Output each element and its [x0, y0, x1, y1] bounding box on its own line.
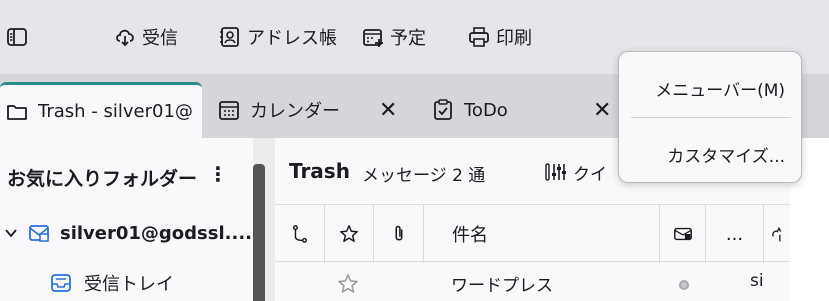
menu-item-customize-label: カスタマイズ...: [667, 147, 785, 167]
inbox-icon: [51, 274, 71, 292]
calendar-event-button[interactable]: 予定: [362, 22, 426, 52]
column-attachment[interactable]: [374, 205, 424, 263]
quick-filter-button[interactable]: クイ: [545, 160, 607, 185]
tab-todo-label: ToDo: [464, 99, 508, 121]
calendar-add-icon: [363, 29, 383, 47]
menu-separator: [631, 117, 791, 118]
address-book-button[interactable]: アドレス帳: [219, 22, 337, 52]
star-icon[interactable]: [337, 273, 359, 295]
printer-icon: [469, 27, 489, 47]
calendar-icon: [219, 101, 239, 120]
thread-icon: [292, 225, 307, 243]
print-button[interactable]: 印刷: [468, 22, 532, 52]
favorite-folders-header: お気に入りフォルダー: [7, 168, 198, 190]
calendar-event-label: 予定: [390, 28, 426, 49]
get-messages-button[interactable]: 受信: [114, 22, 178, 52]
account-name: silver01@godssl....: [60, 222, 253, 244]
column-junk[interactable]: [660, 205, 706, 263]
get-messages-label: 受信: [142, 28, 178, 49]
tab-calendar-label: カレンダー: [250, 101, 340, 122]
column-subject[interactable]: 件名: [424, 205, 660, 263]
quick-filter-label: クイ: [573, 164, 607, 185]
column-thread[interactable]: [275, 205, 325, 263]
menu-item-menubar[interactable]: メニューバー(M): [619, 66, 803, 106]
tab-trash[interactable]: Trash - silver01@: [0, 82, 202, 138]
scrollbar-thumb[interactable]: [253, 164, 265, 301]
folder-title: Trash: [289, 159, 350, 183]
tab-calendar[interactable]: カレンダー ✕: [218, 82, 408, 138]
column-more-label: ...: [725, 223, 744, 245]
correspondent-icon: [772, 226, 782, 242]
sidebar-icon: [7, 28, 27, 46]
table-row[interactable]: ワードプレス si: [275, 263, 829, 301]
tab-trash-label: Trash - silver01@: [38, 101, 193, 122]
inbox-label: 受信トレイ: [84, 274, 174, 295]
more-options-icon[interactable]: ⋮: [208, 162, 228, 186]
cloud-download-icon: [116, 29, 134, 47]
message-count: メッセージ 2 通: [362, 166, 486, 186]
address-book-icon: [220, 27, 239, 47]
chevron-down-icon[interactable]: [4, 226, 18, 240]
tab-todo[interactable]: ToDo ✕: [432, 82, 612, 138]
menu-item-menubar-label: メニューバー(M): [655, 81, 785, 101]
pane-splitter[interactable]: [253, 138, 275, 301]
print-label: 印刷: [496, 28, 532, 49]
read-status-icon[interactable]: [679, 280, 689, 290]
menu-item-customize[interactable]: カスタマイズ...: [619, 132, 803, 172]
column-header-row: 件名 ...: [275, 204, 829, 263]
close-icon[interactable]: ✕: [379, 98, 397, 123]
task-icon: [434, 99, 452, 120]
star-icon: [340, 225, 358, 242]
folder-pane-toggle-button[interactable]: [6, 22, 28, 52]
folder-icon: [7, 104, 27, 120]
account-item[interactable]: silver01@godssl....: [0, 218, 252, 248]
column-starred[interactable]: [325, 205, 374, 263]
column-more[interactable]: ...: [706, 205, 764, 263]
column-subject-label: 件名: [452, 225, 488, 246]
message-subject: ワードプレス: [451, 276, 553, 296]
folder-item-inbox[interactable]: 受信トレイ: [50, 268, 174, 298]
close-icon[interactable]: ✕: [593, 98, 611, 123]
filter-sliders-icon: [545, 163, 566, 181]
mail-account-icon: [29, 225, 49, 242]
address-book-label: アドレス帳: [247, 28, 337, 49]
junk-icon: [673, 227, 692, 241]
paperclip-icon: [395, 225, 402, 241]
toolbar-context-menu: メニューバー(M) カスタマイズ...: [618, 51, 802, 183]
message-correspondent: si: [750, 271, 764, 291]
